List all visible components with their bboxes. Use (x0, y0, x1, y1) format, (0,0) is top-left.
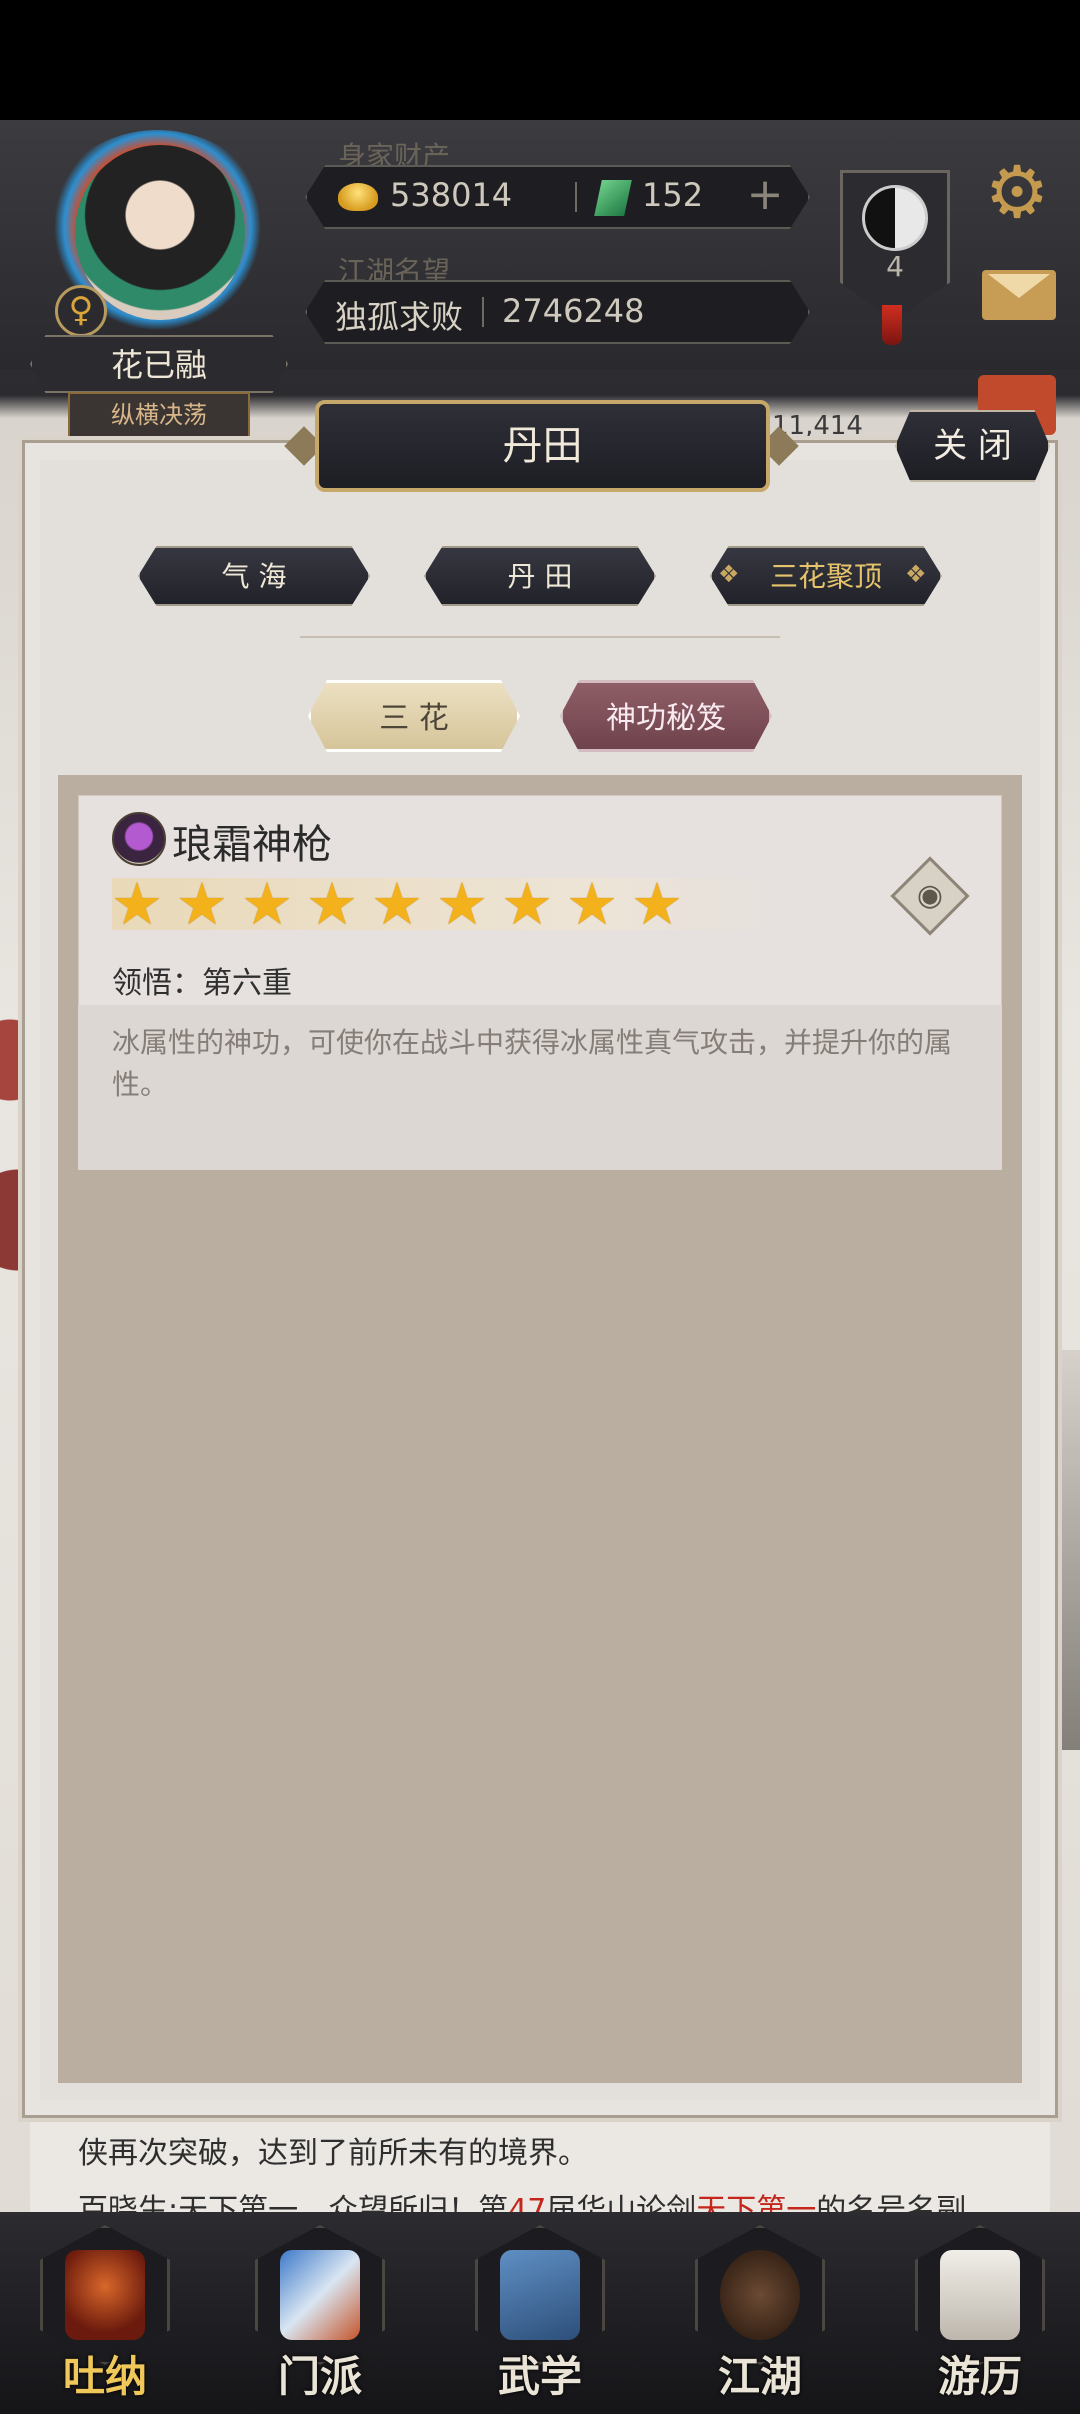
gold-ingot-icon (338, 183, 378, 211)
nav-label: 武学 (497, 2352, 582, 2401)
taiji-level: 4 (886, 250, 904, 283)
bamboo-hat-icon (720, 2250, 800, 2340)
modal-title: 丹田 (502, 423, 583, 469)
yin-yang-icon (862, 185, 928, 251)
cloud-ornament-icon: ❖ (905, 560, 927, 588)
story-line: 侠再次突破，达到了前所未有的境界。 (78, 2136, 588, 2171)
gold-amount: 538014 (390, 176, 513, 214)
star-icon: ★ (631, 870, 683, 938)
jade-amount: 152 (642, 176, 704, 214)
tab-dantian[interactable]: 丹 田 (424, 546, 656, 606)
horse-icon (940, 2250, 1020, 2340)
add-currency-button[interactable]: + (740, 172, 790, 222)
eye-icon[interactable]: ◉ (907, 873, 953, 919)
star-icon: ★ (371, 870, 423, 938)
nav-tuna[interactable]: 吐纳 (30, 2225, 180, 2405)
status-bar (0, 0, 1080, 120)
wealth-bar (305, 165, 810, 229)
gender-female-icon: ♀ (55, 285, 107, 337)
mail-icon[interactable] (982, 270, 1056, 320)
star-icon: ★ (111, 870, 163, 938)
close-button-label[interactable]: 关 闭 (895, 410, 1050, 482)
gear-icon[interactable]: ⚙ (980, 155, 1054, 229)
nav-jianghu[interactable]: 江湖 (685, 2225, 835, 2405)
nav-label: 游历 (937, 2352, 1022, 2401)
skill-description: 冰属性的神功，可使你在战斗中获得冰属性真气攻击，并提升你的属性。 (112, 1026, 953, 1101)
player-name: 花已融 (110, 346, 207, 384)
subtab-secret-manual[interactable]: 神功秘笈 (560, 680, 772, 752)
tassel-icon (882, 305, 902, 345)
section-divider (300, 636, 780, 650)
star-icon: ★ (436, 870, 488, 938)
nav-label: 吐纳 (62, 2352, 147, 2401)
nav-menpai[interactable]: 门派 (245, 2225, 395, 2405)
fame-rank: 独孤求败 (335, 298, 464, 336)
divider (575, 182, 577, 212)
star-icon: ★ (176, 870, 228, 938)
meditation-icon (65, 2250, 145, 2340)
skill-name: 琅霜神枪 (172, 822, 332, 868)
tab-qihai[interactable]: 气 海 (138, 546, 370, 606)
subtab-sanhua[interactable]: 三 花 (308, 680, 520, 752)
nav-wuxue[interactable]: 武学 (465, 2225, 615, 2405)
martial-book-icon (500, 2250, 580, 2340)
nav-label: 门派 (277, 2352, 362, 2401)
cloud-ornament-icon: ❖ (718, 560, 740, 588)
realization-level: 领悟：第六重 (112, 966, 292, 1001)
star-icon: ★ (306, 870, 358, 938)
star-icon: ★ (501, 870, 553, 938)
sect-flag-icon (280, 2250, 360, 2340)
star-icon: ★ (566, 870, 618, 938)
star-icon: ★ (241, 870, 293, 938)
nav-label: 江湖 (717, 2352, 802, 2401)
spear-skill-icon (112, 812, 166, 866)
nav-youli[interactable]: 游历 (905, 2225, 1055, 2405)
player-title: 纵横决荡 (111, 401, 207, 429)
fame-value: 2746248 (502, 292, 645, 330)
divider (482, 297, 484, 327)
